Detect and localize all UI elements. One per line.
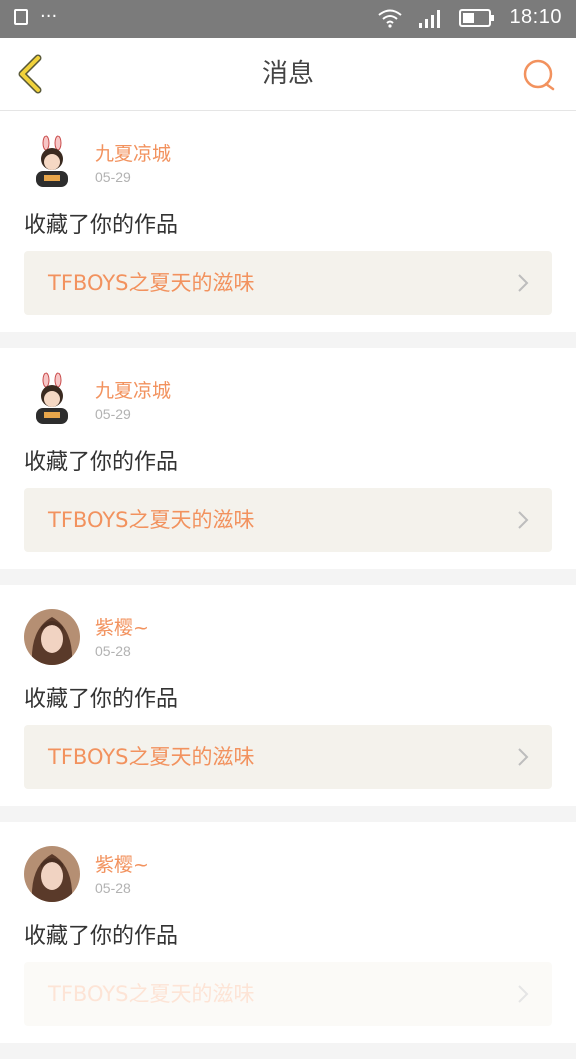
battery-icon: [459, 8, 495, 27]
user-name[interactable]: 九夏凉城: [95, 139, 171, 166]
message-card: 九夏凉城 05-29 收藏了你的作品 TFBOYS之夏天的滋味: [0, 348, 576, 569]
status-right: 18:10: [377, 6, 562, 29]
wifi-icon: [378, 9, 403, 28]
message-card: 紫樱~ 05-28 收藏了你的作品 TFBOYS之夏天的滋味: [0, 822, 576, 1043]
avatar[interactable]: [24, 846, 80, 902]
clock: 18:10: [509, 6, 562, 28]
message-action: 收藏了你的作品: [24, 450, 179, 475]
chevron-right-icon: [518, 511, 529, 529]
work-title: TFBOYS之夏天的滋味: [48, 508, 255, 532]
status-bar: ··· 18:10: [0, 0, 576, 38]
message-action: 收藏了你的作品: [24, 213, 179, 238]
chevron-right-icon: [518, 274, 529, 292]
message-date: 05-29: [95, 169, 131, 185]
more-notifications-icon: ···: [40, 6, 58, 27]
message-date: 05-28: [95, 880, 131, 896]
work-link[interactable]: TFBOYS之夏天的滋味: [24, 488, 552, 552]
message-card: 紫樱~ 05-28 收藏了你的作品 TFBOYS之夏天的滋味: [0, 585, 576, 806]
image-notification-icon: [14, 9, 28, 25]
message-action: 收藏了你的作品: [24, 924, 179, 949]
work-title: TFBOYS之夏天的滋味: [48, 982, 255, 1006]
message-date: 05-29: [95, 406, 131, 422]
chevron-right-icon: [518, 748, 529, 766]
message-card: 九夏凉城 05-29 收藏了你的作品 TFBOYS之夏天的滋味: [0, 111, 576, 332]
user-name[interactable]: 九夏凉城: [95, 376, 171, 403]
signal-icon: [419, 9, 441, 28]
work-title: TFBOYS之夏天的滋味: [48, 271, 255, 295]
message-action: 收藏了你的作品: [24, 687, 179, 712]
user-name[interactable]: 紫樱~: [95, 613, 149, 640]
message-list: 九夏凉城 05-29 收藏了你的作品 TFBOYS之夏天的滋味 九夏凉城 05-…: [0, 111, 576, 1059]
status-left: ···: [14, 8, 57, 26]
user-name[interactable]: 紫樱~: [95, 850, 149, 877]
app-header: 消息: [0, 38, 576, 111]
work-link[interactable]: TFBOYS之夏天的滋味: [24, 725, 552, 789]
message-date: 05-28: [95, 643, 131, 659]
page-title: 消息: [261, 59, 314, 89]
avatar[interactable]: [24, 135, 80, 191]
work-title: TFBOYS之夏天的滋味: [48, 745, 255, 769]
work-link[interactable]: TFBOYS之夏天的滋味: [24, 251, 552, 315]
avatar[interactable]: [24, 372, 80, 428]
avatar[interactable]: [24, 609, 80, 665]
work-link[interactable]: TFBOYS之夏天的滋味: [24, 962, 552, 1026]
chevron-right-icon: [518, 985, 529, 1003]
search-icon: [523, 59, 553, 89]
search-button[interactable]: [522, 58, 556, 92]
